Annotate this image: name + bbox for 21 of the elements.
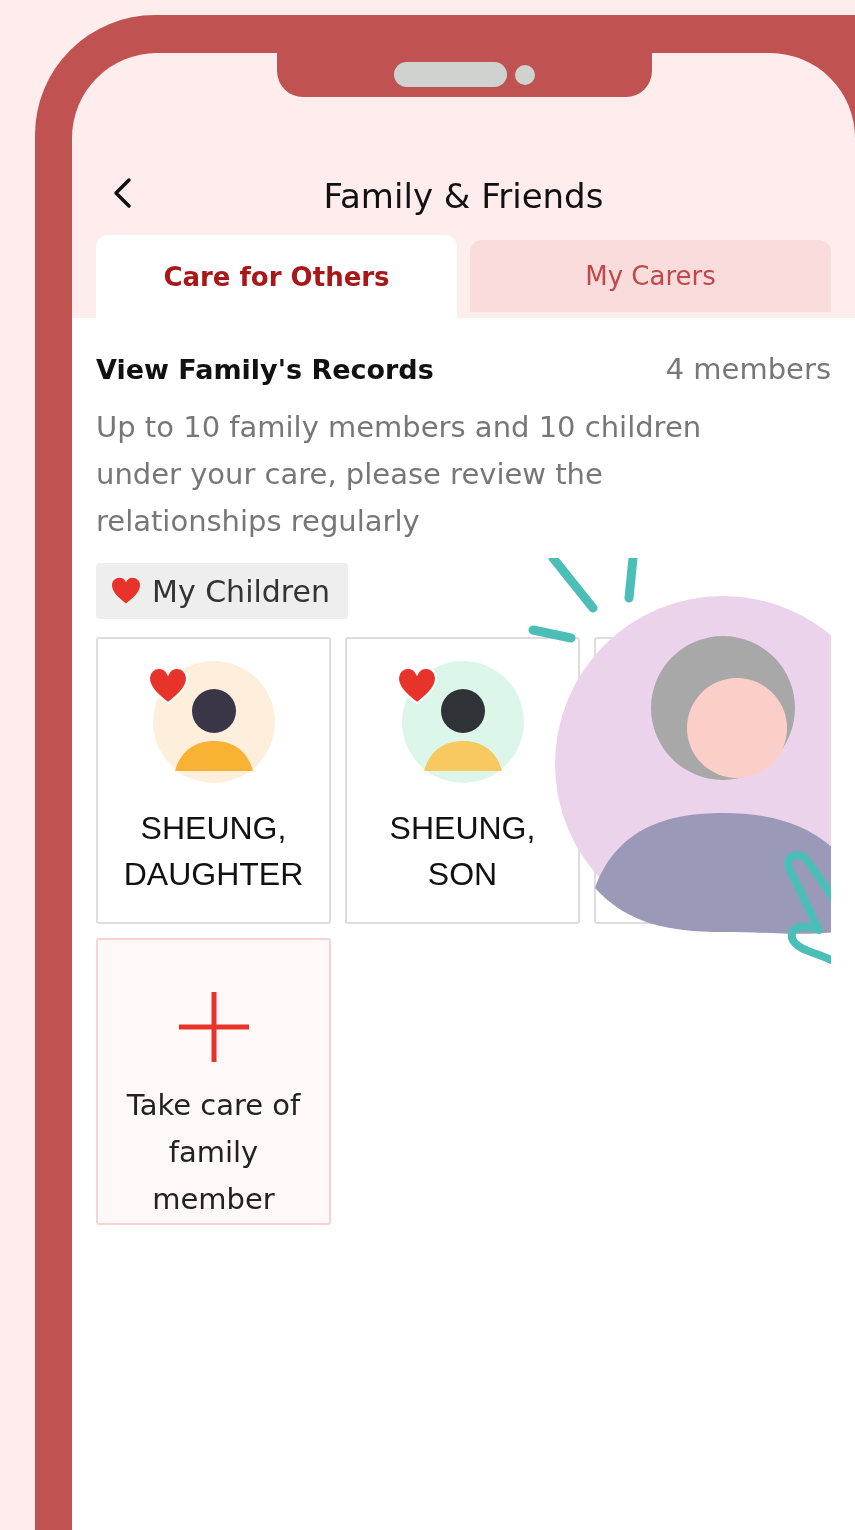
- back-chevron-icon: [112, 177, 132, 209]
- member-name: SHEUNG, SON: [388, 809, 537, 894]
- member-card[interactable]: SHEUNG, DAUGHTER: [96, 637, 331, 924]
- filter-tag-label: My Children: [152, 573, 330, 609]
- plus-icon: [176, 990, 251, 1064]
- back-button[interactable]: [112, 177, 132, 209]
- add-member-card[interactable]: Take care of family member: [96, 938, 331, 1225]
- camera-dot: [515, 64, 535, 85]
- section-description: Up to 10 family members and 10 children under your care, please review the relationships regularly: [96, 409, 703, 540]
- heart-icon: [147, 667, 188, 704]
- tab[interactable]: My Carers: [470, 240, 831, 312]
- heart-icon: [396, 667, 437, 704]
- filter-tag[interactable]: My Children: [96, 563, 348, 619]
- member-card[interactable]: SHEUNG, SON: [345, 637, 580, 924]
- tab[interactable]: Care for Others: [96, 235, 457, 318]
- member-name: SHEUNG, DAUGHTER: [123, 809, 304, 894]
- add-member-label: Take care of family member: [125, 1087, 302, 1218]
- heart-icon: [110, 577, 142, 605]
- member-count: 4 members: [665, 352, 831, 386]
- section-title: View Family's Records: [96, 354, 434, 385]
- screen-title: Family & Friends: [323, 175, 604, 216]
